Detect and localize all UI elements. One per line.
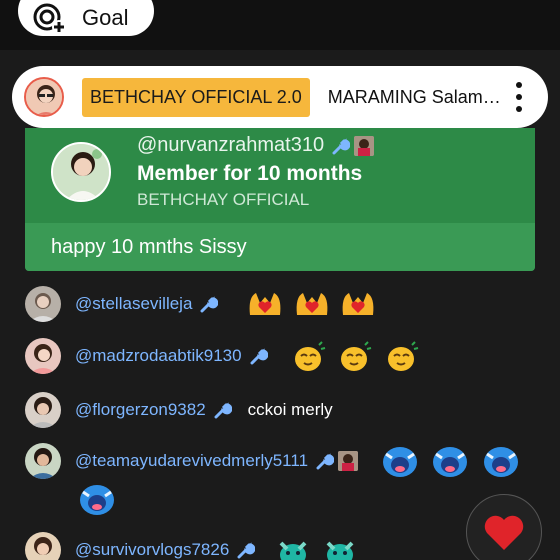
chat-message: @florgerzon9382 cckoi merly <box>25 392 333 428</box>
chat-username[interactable]: @florgerzon9382 <box>75 400 206 420</box>
chat-username[interactable]: @madzrodaabtik9130 <box>75 346 242 366</box>
chat-username[interactable]: @stellasevilleja <box>75 294 192 314</box>
member-duration-title: Member for 10 months <box>137 162 363 185</box>
hand-heart-emoji <box>342 293 374 315</box>
pinned-message-banner[interactable]: BETHCHAY OFFICIAL 2.0 MARAMING Salam… <box>12 66 548 128</box>
more-vert-icon[interactable] <box>516 82 522 112</box>
pinned-message-text: MARAMING Salam… <box>327 86 501 107</box>
teal-blob-emoji <box>326 541 354 560</box>
avatar[interactable] <box>25 443 61 479</box>
avatar[interactable] <box>25 532 61 560</box>
blue-blob-emoji <box>483 447 518 477</box>
avatar <box>51 142 111 202</box>
hand-heart-emoji <box>296 293 328 315</box>
top-bar: Goal <box>0 0 560 50</box>
goal-button[interactable]: Goal <box>18 0 154 36</box>
yellow-blob-emoji <box>387 341 418 371</box>
wrench-icon <box>214 402 232 419</box>
chat-username[interactable]: @teamayudarevivedmerly5111 <box>75 451 308 471</box>
goal-target-add-icon <box>33 3 66 34</box>
wrench-icon <box>250 348 268 365</box>
blue-blob-emoji <box>433 447 468 477</box>
avatar[interactable] <box>25 338 61 374</box>
chat-message: @survivorvlogs7826 <box>25 532 360 560</box>
member-username-line: @nurvanzrahmat310 <box>137 134 375 157</box>
heart-reaction-button[interactable] <box>466 494 542 560</box>
chat-message: @teamayudarevivedmerly5111 <box>25 442 521 480</box>
yellow-blob-emoji <box>341 341 372 371</box>
wrench-icon <box>316 453 335 470</box>
pinned-channel-badge: BETHCHAY OFFICIAL 2.0 <box>82 77 310 117</box>
member-channel-name: BETHCHAY OFFICIAL <box>137 190 310 209</box>
wrench-icon <box>237 542 256 559</box>
blue-blob-emoji <box>383 447 418 477</box>
teal-blob-emoji <box>279 541 307 560</box>
membership-card: @nurvanzrahmat310 Member for 10 months B… <box>25 128 535 271</box>
wrench-icon <box>332 137 351 154</box>
yellow-blob-emoji <box>294 341 325 371</box>
goal-label: Goal <box>82 5 129 30</box>
wrench-icon <box>200 296 219 313</box>
avatar <box>24 77 64 117</box>
heart-icon <box>484 515 524 550</box>
member-badge-icon <box>338 451 359 471</box>
chat-message-text: cckoi merly <box>247 400 333 419</box>
member-badge-icon <box>354 135 375 156</box>
member-username[interactable]: @nurvanzrahmat310 <box>137 134 324 157</box>
chat-username[interactable]: @survivorvlogs7826 <box>75 540 229 560</box>
member-message: happy 10 mnths Sissy <box>25 223 535 271</box>
avatar[interactable] <box>25 392 61 428</box>
chat-message: @madzrodaabtik9130 <box>25 338 421 374</box>
avatar[interactable] <box>25 286 61 322</box>
hand-heart-emoji <box>250 293 281 315</box>
chat-message: @stellasevilleja <box>25 286 377 322</box>
blue-blob-emoji <box>80 485 114 515</box>
